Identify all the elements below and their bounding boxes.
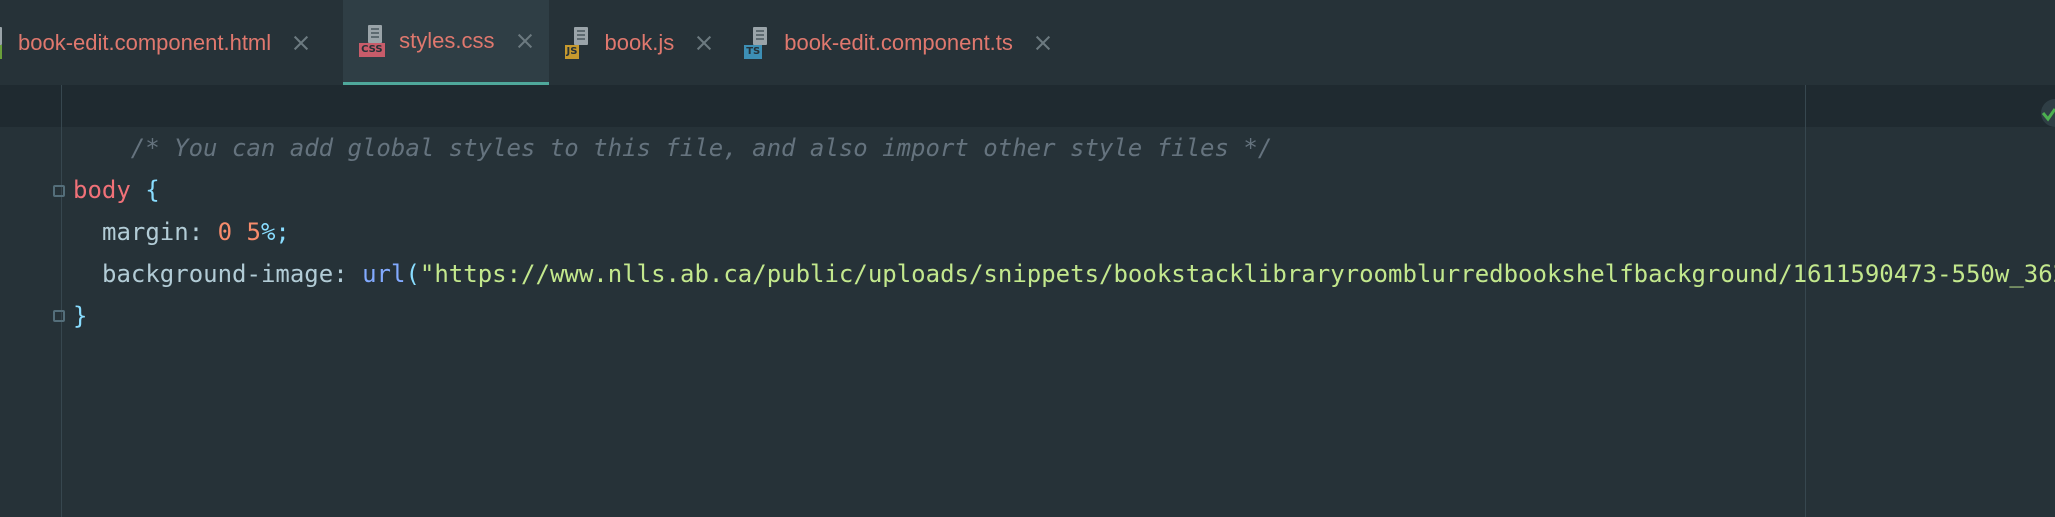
html-file-icon	[0, 26, 10, 59]
ts-file-icon: TS	[744, 26, 774, 59]
fold-open-icon[interactable]	[53, 185, 65, 197]
css-file-icon: CSS	[359, 25, 389, 57]
close-icon[interactable]	[293, 35, 309, 51]
gutter-divider	[61, 85, 62, 517]
close-icon[interactable]	[696, 35, 712, 51]
code-line-6: }	[73, 295, 87, 337]
css-unit: %	[260, 218, 276, 246]
open-brace: {	[130, 176, 160, 204]
css-string: "https://www.nlls.ab.ca/public/uploads/s…	[419, 260, 2055, 288]
js-file-icon: JS	[564, 26, 595, 59]
tab-label: book-edit.component.html	[18, 29, 272, 55]
tab-label: book.js	[604, 29, 675, 55]
css-selector: body	[73, 176, 131, 204]
code-line-4: margin: 0 5%;	[102, 218, 290, 246]
code-line-1: /* You can add global styles to this fil…	[73, 85, 1273, 162]
inspection-ok-icon[interactable]	[2037, 98, 2055, 128]
tab-label: book-edit.component.ts	[784, 29, 1013, 55]
tab-label: styles.css	[399, 28, 495, 53]
editor-tab-bar: book-edit.component.html CSS styles.css …	[0, 0, 2055, 85]
close-brace: }	[73, 302, 88, 330]
code-line-3: body {	[73, 169, 160, 211]
code-comment: /* You can add global styles to this fil…	[130, 134, 1273, 162]
css-number: 5	[246, 218, 261, 246]
right-margin-guide	[1805, 85, 1806, 517]
tab-book-edit-component-html[interactable]: book-edit.component.html	[0, 0, 325, 85]
tab-book-js[interactable]: JS book.js	[549, 0, 729, 85]
tab-styles-css[interactable]: CSS styles.css	[343, 0, 549, 85]
code-line-5: background-image: url("https://www.nlls.…	[102, 253, 2055, 295]
code-editor[interactable]: /* You can add global styles to this fil…	[0, 85, 2055, 517]
css-property: background-image	[102, 260, 334, 288]
close-icon[interactable]	[1035, 35, 1051, 51]
semicolon: ;	[275, 218, 290, 246]
close-icon[interactable]	[517, 33, 533, 49]
css-function: url	[362, 260, 406, 288]
fold-close-icon[interactable]	[53, 310, 65, 322]
css-number: 0	[217, 218, 233, 246]
tab-book-edit-component-ts[interactable]: TS book-edit.component.ts	[728, 0, 1067, 85]
css-property: margin	[102, 218, 189, 246]
